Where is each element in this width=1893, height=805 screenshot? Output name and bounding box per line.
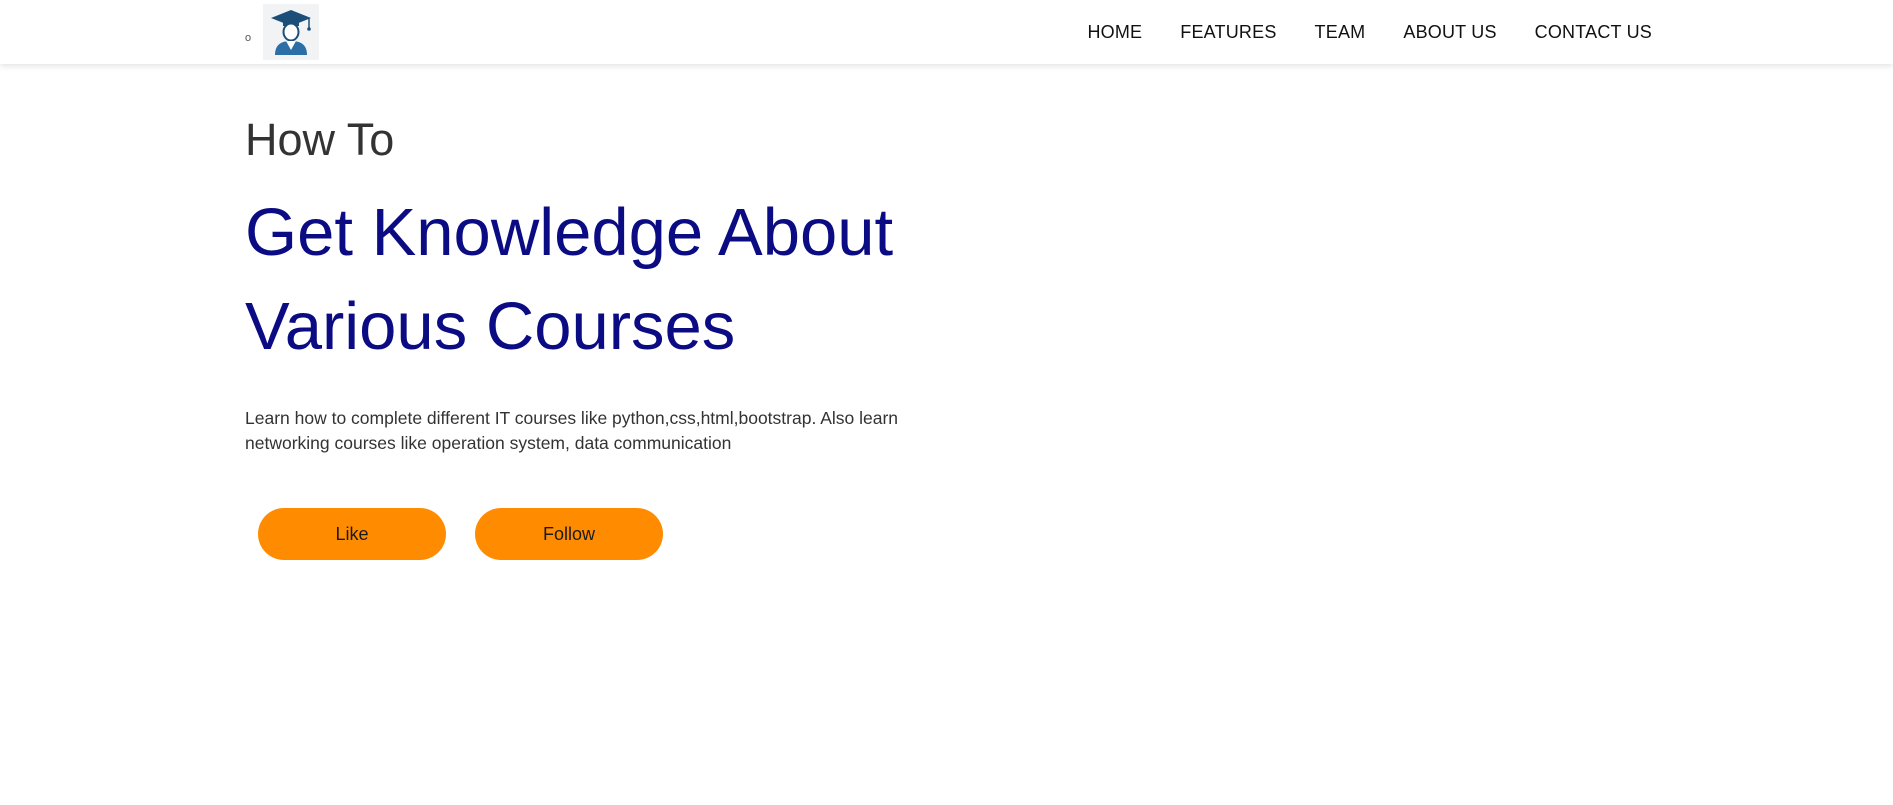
nav-home[interactable]: HOME: [1087, 22, 1142, 43]
follow-button[interactable]: Follow: [475, 508, 663, 560]
hero-section: How To Get Knowledge About Various Cours…: [245, 110, 945, 560]
hero-eyebrow: How To: [245, 114, 395, 165]
nav-contact-us[interactable]: CONTACT US: [1535, 22, 1652, 43]
nav-about-us[interactable]: ABOUT US: [1403, 22, 1496, 43]
navbar: o HOME FEATURES TEAM ABOUT US CONTACT US: [0, 0, 1893, 64]
hero-actions: Like Follow: [245, 508, 945, 560]
hero-headline-line2: Various Courses: [245, 289, 736, 364]
like-button[interactable]: Like: [258, 508, 446, 560]
graduate-cap-icon: [271, 10, 312, 55]
brand-mark: o: [245, 32, 252, 44]
logo[interactable]: [263, 4, 320, 60]
hero-headline: Get Knowledge About Various Courses: [245, 186, 945, 374]
nav-menu: HOME FEATURES TEAM ABOUT US CONTACT US: [1087, 0, 1652, 64]
hero-headline-line1: Get Knowledge About: [245, 195, 894, 270]
hero-description: Learn how to complete different IT cours…: [245, 408, 899, 453]
nav-team[interactable]: TEAM: [1315, 22, 1366, 43]
brand[interactable]: o: [245, 4, 320, 60]
nav-features[interactable]: FEATURES: [1180, 22, 1276, 43]
